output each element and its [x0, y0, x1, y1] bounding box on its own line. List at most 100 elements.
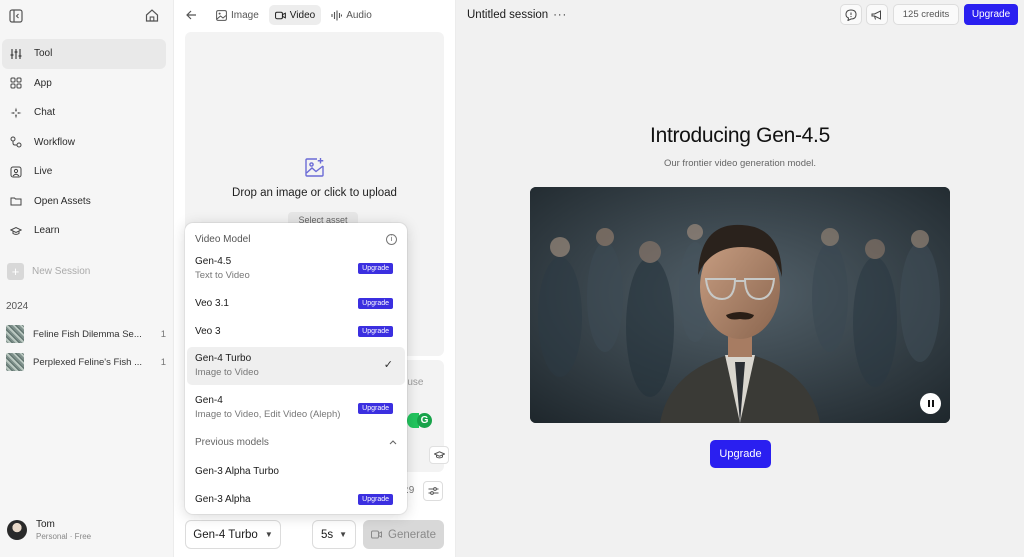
aspect-ratio-value[interactable]: :9	[406, 485, 414, 496]
sidebar-header	[0, 0, 174, 32]
image-icon	[216, 9, 227, 21]
dropdown-header: Video Model i	[195, 231, 397, 247]
sidebar-item-label: Workflow	[34, 136, 75, 148]
tab-label: Video	[289, 9, 316, 21]
history-item[interactable]: Perplexed Feline's Fish ... 1	[0, 351, 170, 373]
more-options-icon[interactable]: ···	[553, 9, 567, 21]
model-option-gen-4-turbo[interactable]: Gen-4 Turbo Image to Video ✓	[187, 347, 405, 385]
new-session-button[interactable]: + New Session	[7, 263, 90, 280]
graduation-cap-icon[interactable]	[429, 446, 449, 464]
announcements-button[interactable]	[866, 4, 888, 25]
model-description: Image to Video	[195, 367, 259, 378]
plus-icon: +	[7, 263, 24, 280]
video-frame-image	[530, 187, 950, 423]
user-profile[interactable]: Tom Personal · Free	[7, 519, 91, 541]
sidebar-item-label: Chat	[34, 107, 56, 119]
upgrade-badge: Upgrade	[358, 403, 393, 414]
sidebar-collapse-icon[interactable]	[9, 9, 23, 23]
main-canvas: Untitled session ··· 125 credits Upgrade …	[456, 0, 1024, 557]
history-year-heading: 2024	[6, 301, 29, 312]
mode-tabs: Image Video Audio	[184, 4, 382, 26]
history-item-count: 1	[160, 356, 166, 368]
hero-subtitle: Our frontier video generation model.	[663, 158, 817, 169]
sidebar-item-label: App	[34, 77, 52, 89]
history-item[interactable]: Feline Fish Dilemma Se... 1	[0, 323, 170, 345]
pause-button[interactable]	[920, 393, 941, 414]
sidebar-item-app[interactable]: App	[2, 69, 166, 99]
grammarly-icon[interactable]: G	[417, 413, 432, 428]
new-session-label: New Session	[32, 266, 91, 277]
sidebar-item-live[interactable]: Live	[2, 157, 166, 187]
sidebar-item-label: Live	[34, 166, 53, 178]
chevron-up-icon	[389, 437, 397, 448]
avatar	[7, 520, 27, 540]
history-item-title: Feline Fish Dilemma Se...	[33, 328, 142, 340]
previous-models-label: Previous models	[195, 437, 269, 448]
sparkle-icon	[10, 107, 22, 119]
sliders-icon	[428, 487, 438, 495]
workflow-icon	[10, 136, 22, 148]
tab-audio[interactable]: Audio	[325, 5, 378, 25]
model-option-veo-3[interactable]: Veo 3 Upgrade	[187, 323, 405, 345]
upgrade-badge: Upgrade	[358, 494, 393, 505]
model-option-gen-3-alpha[interactable]: Gen-3 Alpha Upgrade	[187, 491, 405, 509]
video-camera-icon	[371, 530, 383, 539]
sidebar-item-workflow[interactable]: Workflow	[2, 128, 166, 158]
audio-wave-icon	[331, 10, 343, 21]
sidebar: Tool App Chat Workflow Live Open Assets …	[0, 0, 174, 557]
credits-badge[interactable]: 125 credits	[893, 4, 959, 25]
live-icon	[10, 166, 22, 178]
tab-label: Audio	[346, 9, 372, 21]
video-model-dropdown: Video Model i Gen-4.5 Text to Video Upgr…	[185, 223, 407, 514]
megaphone-icon	[871, 9, 881, 20]
model-option-gen-4-5[interactable]: Gen-4.5 Text to Video Upgrade	[187, 253, 405, 287]
sidebar-nav: Tool App Chat Workflow Live Open Assets …	[2, 39, 166, 246]
dropdown-title: Video Model	[195, 233, 251, 245]
graduation-cap-icon	[10, 225, 22, 237]
pause-icon	[927, 400, 930, 407]
generate-button[interactable]: Generate	[363, 520, 444, 549]
upgrade-button[interactable]: Upgrade	[964, 4, 1018, 25]
upgrade-badge: Upgrade	[358, 298, 393, 309]
add-image-icon	[305, 158, 324, 177]
promo-video[interactable]	[530, 187, 950, 423]
tab-image[interactable]: Image	[210, 5, 265, 25]
model-option-veo-3-1[interactable]: Veo 3.1 Upgrade	[187, 295, 405, 317]
sidebar-item-learn[interactable]: Learn	[2, 216, 166, 246]
model-option-gen-4[interactable]: Gen-4 Image to Video, Edit Video (Aleph)…	[187, 392, 405, 426]
duration-value: 5s	[320, 528, 334, 541]
chevron-down-icon: ▼	[264, 530, 273, 539]
home-icon[interactable]	[145, 8, 159, 23]
generate-label: Generate	[388, 528, 436, 541]
back-arrow-icon[interactable]	[184, 8, 198, 22]
sidebar-item-tool[interactable]: Tool	[2, 39, 166, 69]
chat-bubble-icon	[845, 8, 857, 21]
settings-button[interactable]	[423, 481, 443, 501]
history-item-title: Perplexed Feline's Fish ...	[33, 356, 142, 368]
tab-video[interactable]: Video	[268, 5, 322, 25]
sidebar-item-open-assets[interactable]: Open Assets	[2, 187, 166, 217]
model-select-label: Gen-4 Turbo	[193, 528, 258, 541]
model-select-button[interactable]: Gen-4 Turbo ▼	[185, 520, 281, 549]
info-icon[interactable]: i	[386, 233, 397, 245]
sidebar-item-label: Learn	[34, 225, 60, 237]
session-title[interactable]: Untitled session ···	[467, 9, 567, 21]
previous-models-toggle[interactable]: Previous models	[195, 437, 397, 448]
sidebar-item-label: Tool	[34, 48, 53, 60]
sidebar-item-label: Open Assets	[34, 195, 91, 207]
history-item-count: 1	[160, 328, 166, 340]
model-name: Gen-4 Turbo	[195, 353, 252, 364]
session-thumbnail	[6, 325, 24, 343]
top-bar: Untitled session ··· 125 credits Upgrade	[456, 0, 1024, 30]
model-option-gen-3-alpha-turbo[interactable]: Gen-3 Alpha Turbo	[187, 463, 405, 481]
pause-icon	[931, 400, 934, 407]
video-camera-icon	[274, 10, 286, 21]
sidebar-item-chat[interactable]: Chat	[2, 98, 166, 128]
hero-upgrade-button[interactable]: Upgrade	[710, 440, 771, 468]
model-name: Gen-3 Alpha Turbo	[195, 466, 279, 477]
upgrade-badge: Upgrade	[358, 263, 393, 274]
feedback-button[interactable]	[840, 4, 862, 25]
duration-select[interactable]: 5s ▼	[312, 520, 356, 549]
folder-icon	[10, 195, 22, 207]
session-title-text: Untitled session	[467, 9, 549, 21]
